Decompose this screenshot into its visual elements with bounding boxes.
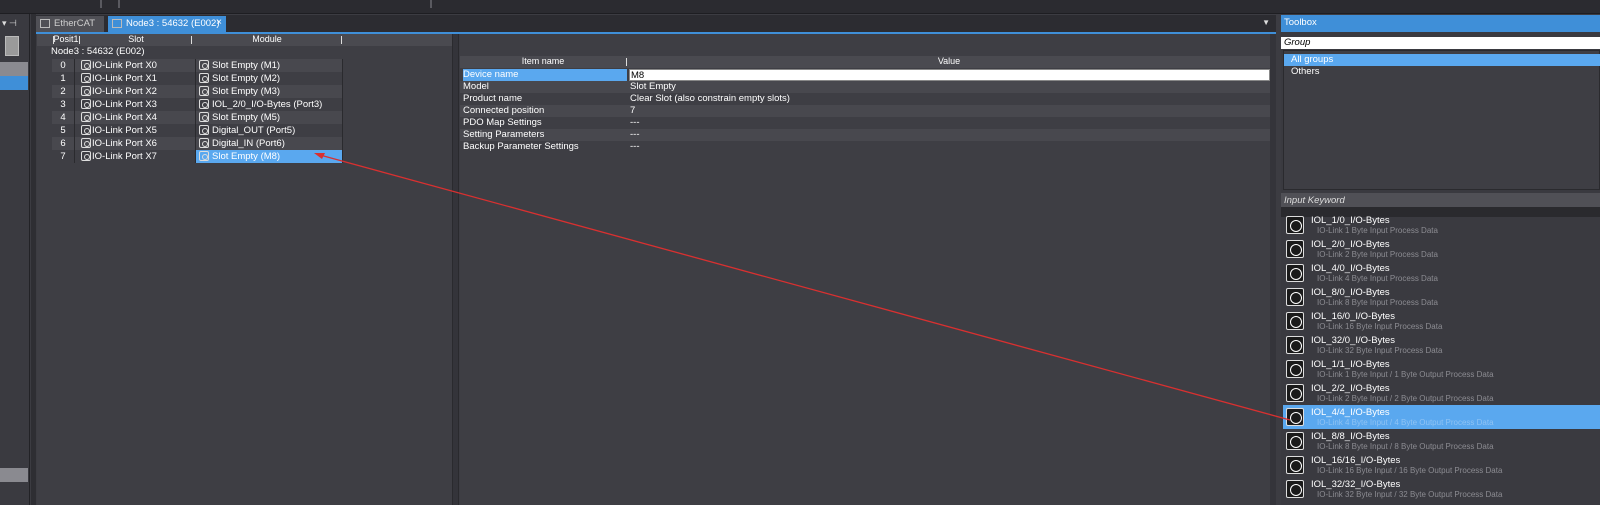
- annotation-arrow: [314, 153, 1291, 421]
- arrow-head: [314, 153, 325, 159]
- arrow-line: [319, 154, 1291, 421]
